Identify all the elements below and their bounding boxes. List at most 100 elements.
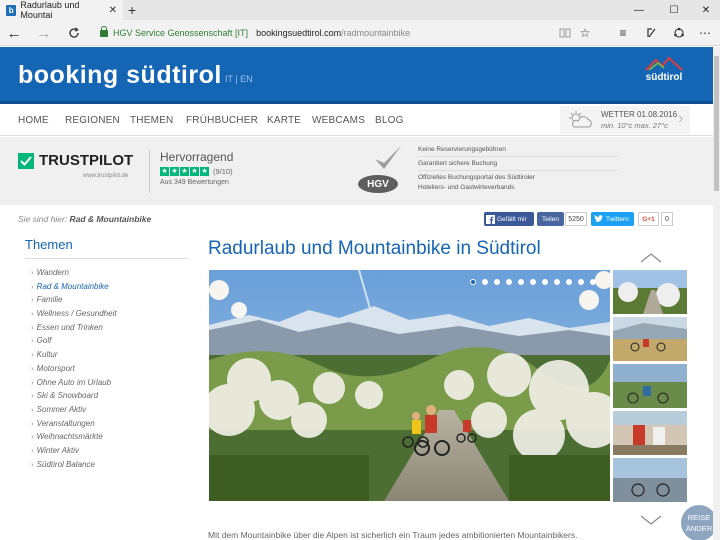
thumbnails-up-icon[interactable] — [640, 250, 662, 266]
reading-view-icon[interactable] — [556, 24, 574, 42]
thumbnail[interactable] — [613, 270, 687, 314]
sidebar-item-label: Winter Aktiv — [36, 445, 79, 455]
hub-icon[interactable]: ≡ — [614, 24, 632, 42]
slider-dot[interactable] — [482, 279, 488, 285]
certificate-owner: HGV Service Genossenschaft [IT] — [113, 28, 249, 38]
minimize-icon[interactable]: — — [623, 0, 655, 20]
more-icon[interactable]: ⋯ — [696, 24, 714, 42]
address-bar: ← → HGV Service Genossenschaft [IT] book… — [0, 20, 720, 46]
scrollbar-thumb[interactable] — [714, 56, 719, 191]
sidebar-item-label: Familie — [36, 295, 63, 305]
slider-dot[interactable] — [578, 279, 584, 285]
slider-dot[interactable] — [494, 279, 500, 285]
chevron-right-icon: › — [31, 350, 34, 360]
change-trip-button[interactable]: REISE ÄNDER — [681, 505, 717, 540]
chevron-right-icon: › — [31, 404, 34, 414]
favorite-star-icon[interactable]: ☆ — [576, 24, 594, 42]
chevron-right-icon: › — [31, 268, 34, 277]
slider-dot[interactable] — [470, 279, 476, 285]
web-note-icon[interactable] — [643, 24, 661, 42]
nav-themen[interactable]: THEMEN — [130, 115, 173, 126]
share-icon[interactable] — [670, 24, 688, 42]
back-icon[interactable]: ← — [4, 23, 24, 43]
slider-dot[interactable] — [554, 279, 560, 285]
trust-divider — [149, 149, 150, 193]
hero-image[interactable] — [209, 270, 610, 501]
facebook-like-label: Gefällt mir — [497, 215, 527, 223]
star-icon: ★ — [170, 167, 179, 176]
tab-title: Radurlaub und Mountai — [20, 0, 80, 20]
close-window-icon[interactable]: ✕ — [690, 0, 720, 20]
sidebar-divider — [25, 258, 188, 259]
sidebar-item[interactable]: › Golf — [31, 334, 191, 348]
breadcrumb-current[interactable]: Rad & Mountainbike — [70, 214, 152, 224]
sidebar-title: Themen — [25, 237, 73, 252]
star-icon: ★ — [160, 167, 169, 176]
weather-widget[interactable]: WETTER 01.08.2016 min. 10°c max. 27°c › — [560, 106, 690, 134]
maximize-icon[interactable]: ☐ — [658, 0, 690, 20]
star-icon: ★ — [180, 167, 189, 176]
sidebar-item[interactable]: › Essen und Trinken — [31, 321, 191, 335]
trustpilot-logo[interactable]: TRUSTPILOT — [18, 152, 133, 169]
chevron-right-icon: › — [31, 418, 34, 428]
thumbnails-down-icon[interactable] — [640, 512, 662, 528]
sidebar-item[interactable]: › Ski & Snowboard — [31, 389, 191, 403]
nav-karte[interactable]: KARTE — [267, 115, 301, 126]
suedtirol-brand-logo[interactable]: südtirol — [636, 57, 692, 89]
thumbnail[interactable] — [613, 458, 687, 502]
sidebar-item[interactable]: › Veranstaltungen — [31, 417, 191, 431]
lock-icon — [100, 25, 108, 37]
sidebar-item[interactable]: › Kultur — [31, 348, 191, 362]
thumbnail[interactable] — [613, 411, 687, 455]
chevron-right-icon: › — [31, 391, 34, 401]
sidebar-item-label: Sommer Aktiv — [36, 404, 87, 414]
facebook-share-button[interactable]: Teilen — [537, 212, 564, 226]
trust-rating-label: Hervorragend — [160, 150, 234, 164]
nav-blog[interactable]: BLOG — [375, 115, 404, 126]
mountain-logo-icon — [645, 57, 683, 71]
checkmark-icon — [375, 146, 401, 169]
sidebar-item[interactable]: › Ohne Auto im Urlaub — [31, 376, 191, 390]
sidebar-item[interactable]: › Motorsport — [31, 362, 191, 376]
nav-home[interactable]: HOME — [18, 115, 49, 126]
sidebar-item-label: Wandern — [36, 268, 69, 277]
site-logo[interactable]: booking südtirol — [18, 61, 222, 90]
close-tab-icon[interactable]: ✕ — [109, 5, 117, 16]
slider-dot[interactable] — [566, 279, 572, 285]
twitter-button[interactable]: Twittern — [591, 212, 634, 226]
google-plus-count: 0 — [661, 212, 673, 226]
trust-strip: TRUSTPILOT www.trustpilot.de Hervorragen… — [0, 137, 713, 205]
slider-dot[interactable] — [590, 279, 596, 285]
slider-dot[interactable] — [506, 279, 512, 285]
url-field[interactable]: HGV Service Genossenschaft [IT] bookings… — [100, 24, 410, 42]
sidebar-item[interactable]: › Wandern — [31, 266, 191, 280]
slider-dot[interactable] — [530, 279, 536, 285]
slider-dot[interactable] — [518, 279, 524, 285]
nav-fruehbucher[interactable]: FRÜHBUCHER — [186, 115, 258, 126]
forward-icon[interactable]: → — [34, 23, 54, 43]
rating-stars: ★ ★ ★ ★ ★ (9/10) — [160, 167, 233, 176]
sidebar-item[interactable]: › Sommer Aktiv — [31, 403, 191, 417]
chevron-right-icon: › — [31, 445, 34, 455]
weather-date: WETTER 01.08.2016 — [601, 110, 678, 119]
language-switch[interactable]: IT | EN — [225, 74, 253, 84]
sidebar-item[interactable]: › Winter Aktiv — [31, 444, 191, 458]
refresh-icon[interactable] — [64, 23, 84, 43]
facebook-icon — [486, 214, 495, 224]
google-plus-button[interactable]: G+1 — [638, 212, 659, 226]
browser-tab[interactable]: b Radurlaub und Mountai ✕ — [0, 0, 123, 20]
new-tab-icon[interactable]: + — [128, 2, 136, 18]
nav-regionen[interactable]: REGIONEN — [65, 115, 120, 126]
slider-dot[interactable] — [542, 279, 548, 285]
sidebar-item[interactable]: › Südtirol Balance — [31, 458, 191, 472]
weather-next-icon[interactable]: › — [678, 110, 683, 128]
sidebar-item[interactable]: › Weihnachtsmärkte — [31, 430, 191, 444]
facebook-like-button[interactable]: Gefällt mir — [484, 212, 534, 226]
thumbnail[interactable] — [613, 364, 687, 408]
nav-webcams[interactable]: WEBCAMS — [312, 115, 365, 126]
thumbnail[interactable] — [613, 317, 687, 361]
sidebar-item[interactable]: › Wellness / Gesundheit — [31, 307, 191, 321]
sidebar-item[interactable]: › Rad & Mountainbike — [31, 280, 191, 294]
sidebar-item-label: Wellness / Gesundheit — [36, 309, 117, 319]
sidebar-item[interactable]: › Familie — [31, 293, 191, 307]
